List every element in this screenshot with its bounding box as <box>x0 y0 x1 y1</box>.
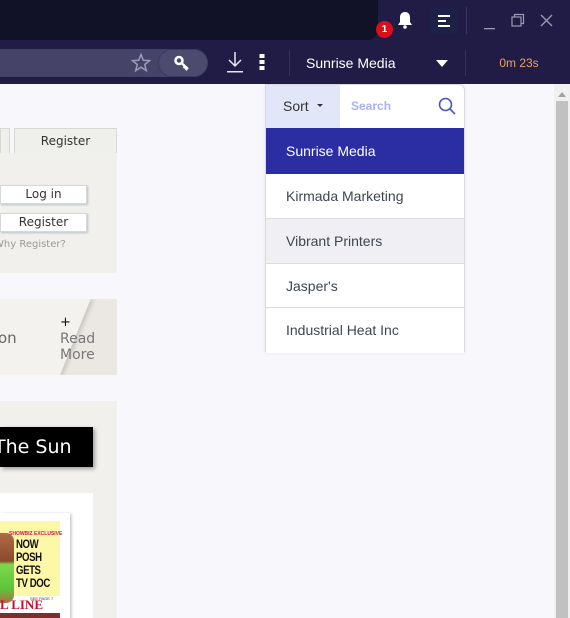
the-sun-label: The Sun <box>0 436 72 458</box>
company-search-input[interactable] <box>340 85 440 126</box>
truncated-label: on <box>0 329 17 347</box>
register-button[interactable]: Register <box>0 213 87 232</box>
tab-register[interactable]: Register <box>14 128 117 154</box>
minimize-icon[interactable] <box>479 10 501 32</box>
newspaper-bottom-photo <box>0 613 60 618</box>
page-scrollbar[interactable] <box>554 84 570 618</box>
company-list: Sunrise Media Kirmada Marketing Vibrant … <box>266 128 464 354</box>
caret-down-icon <box>436 60 448 67</box>
restore-icon[interactable] <box>507 10 529 32</box>
newspaper-photo: SHOWBIZ EXCLUSIVE NOW POSH GETS TV DOC S… <box>0 521 62 603</box>
hamburger-menu-icon <box>438 15 450 27</box>
company-selector[interactable]: Sunrise Media <box>296 50 456 76</box>
bell-icon[interactable] <box>395 10 415 30</box>
the-sun-button[interactable]: The Sun <box>0 427 93 467</box>
read-more-link[interactable]: + Read More <box>60 315 95 363</box>
newspaper-panel: The Sun SHOWBIZ EXCLUSIVE NOW POSH GETS … <box>0 401 117 618</box>
read-more-panel: on + Read More <box>0 299 117 375</box>
dropdown-header: Sort <box>266 85 464 128</box>
key-icon <box>174 55 189 71</box>
star-icon[interactable] <box>130 52 152 74</box>
divider <box>289 50 290 76</box>
company-option[interactable]: Jasper's <box>266 263 464 309</box>
company-dropdown: Sort Sunrise Media Kirmada Marketing Vib… <box>265 84 465 354</box>
sort-button[interactable]: Sort <box>266 85 340 128</box>
notification-badge: 1 <box>376 21 393 38</box>
kebab-menu-icon[interactable] <box>258 53 266 71</box>
headline-line: TV DOC <box>16 576 50 590</box>
session-timer: 0m 23s <box>499 56 539 70</box>
why-register-link[interactable]: Why Register? <box>0 239 66 250</box>
company-option[interactable]: Kirmada Marketing <box>266 174 464 219</box>
divider <box>465 50 466 76</box>
photo-figure <box>0 533 14 603</box>
read-more-line2: More <box>60 347 95 363</box>
divider <box>466 7 467 34</box>
scroll-thumb[interactable] <box>556 101 568 618</box>
caret-down-icon <box>316 103 323 107</box>
close-icon[interactable] <box>536 10 558 32</box>
company-selector-value: Sunrise Media <box>306 55 396 71</box>
title-bar: 1 <box>0 0 570 42</box>
browser-toolbar: Sunrise Media 0m 23s <box>0 42 570 84</box>
login-panel: Log in Register Why Register? <box>0 153 117 273</box>
newspaper-masthead: L LINE <box>0 597 43 612</box>
read-more-line1: Read <box>60 331 96 347</box>
company-option[interactable]: Industrial Heat Inc <box>266 308 464 354</box>
address-bar[interactable] <box>0 49 208 77</box>
scroll-up-arrow-icon[interactable] <box>558 92 566 97</box>
tab-login[interactable] <box>0 128 10 154</box>
company-option[interactable]: Vibrant Printers <box>266 218 464 264</box>
search-icon[interactable] <box>437 96 457 116</box>
company-option[interactable]: Sunrise Media <box>266 128 464 174</box>
login-button[interactable]: Log in <box>0 185 87 204</box>
newspaper-front-page-image[interactable]: SHOWBIZ EXCLUSIVE NOW POSH GETS TV DOC S… <box>0 513 70 618</box>
sort-label: Sort <box>283 98 309 114</box>
app-menu-button[interactable] <box>430 8 458 34</box>
download-icon[interactable] <box>224 50 246 76</box>
password-manager-button[interactable] <box>158 49 208 77</box>
plus-icon: + <box>60 315 71 330</box>
active-tab-area[interactable] <box>0 0 378 40</box>
newspaper-card: SHOWBIZ EXCLUSIVE NOW POSH GETS TV DOC S… <box>0 493 93 618</box>
newspaper-headline: NOW POSH GETS TV DOC <box>16 538 50 590</box>
